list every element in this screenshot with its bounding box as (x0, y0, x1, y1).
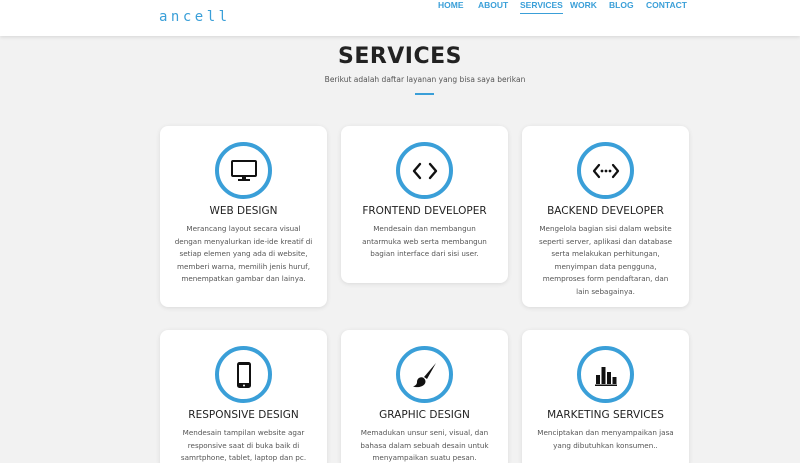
service-description: Memadukan unsur seni, visual, dan bahasa… (360, 428, 489, 463)
service-description: Mendesain tampilan website agar responsi… (180, 428, 307, 463)
service-card-frontend-developer: FRONTEND DEVELOPER Mendesain dan membang… (341, 126, 508, 283)
section-title: SERVICES (337, 44, 463, 69)
service-description: Mendesain dan membangun antarmuka web se… (362, 224, 487, 259)
monitor-icon (215, 142, 272, 199)
paintbrush-icon (396, 346, 453, 403)
nav-contact[interactable]: CONTACT (646, 0, 687, 10)
service-title: MARKETING SERVICES (547, 409, 664, 421)
service-description: Merancang layout secara visual dengan me… (174, 224, 313, 284)
service-title: BACKEND DEVELOPER (547, 205, 664, 217)
service-card-backend-developer: BACKEND DEVELOPER Mengelola bagian sisi … (522, 126, 689, 307)
service-title: FRONTEND DEVELOPER (362, 205, 487, 217)
brand-logo[interactable]: ancell (159, 9, 231, 25)
service-card-marketing-services: MARKETING SERVICES Menciptakan dan menya… (522, 330, 689, 463)
nav-blog[interactable]: BLOG (609, 0, 634, 10)
nav-work[interactable]: WORK (570, 0, 597, 10)
code-dots-icon (577, 142, 634, 199)
section-subtitle: Berikut adalah daftar layanan yang bisa … (324, 75, 526, 84)
navbar: ancell HOME ABOUT SERVICES WORK BLOG CON… (0, 0, 800, 36)
service-description: Menciptakan dan menyampaikan jasa yang d… (537, 428, 674, 450)
service-title: GRAPHIC DESIGN (379, 409, 470, 421)
title-divider (415, 93, 434, 95)
smartphone-icon (215, 346, 272, 403)
service-title: RESPONSIVE DESIGN (188, 409, 299, 421)
service-card-responsive-design: RESPONSIVE DESIGN Mendesain tampilan web… (160, 330, 327, 463)
service-title: WEB DESIGN (209, 205, 278, 217)
code-icon (396, 142, 453, 199)
nav-services[interactable]: SERVICES (520, 0, 563, 14)
service-description: Mengelola bagian sisi dalam website sepe… (538, 224, 673, 296)
nav-home[interactable]: HOME (438, 0, 464, 10)
service-card-web-design: WEB DESIGN Merancang layout secara visua… (160, 126, 327, 307)
bar-chart-icon (577, 346, 634, 403)
service-card-graphic-design: GRAPHIC DESIGN Memadukan unsur seni, vis… (341, 330, 508, 463)
nav-about[interactable]: ABOUT (478, 0, 508, 10)
